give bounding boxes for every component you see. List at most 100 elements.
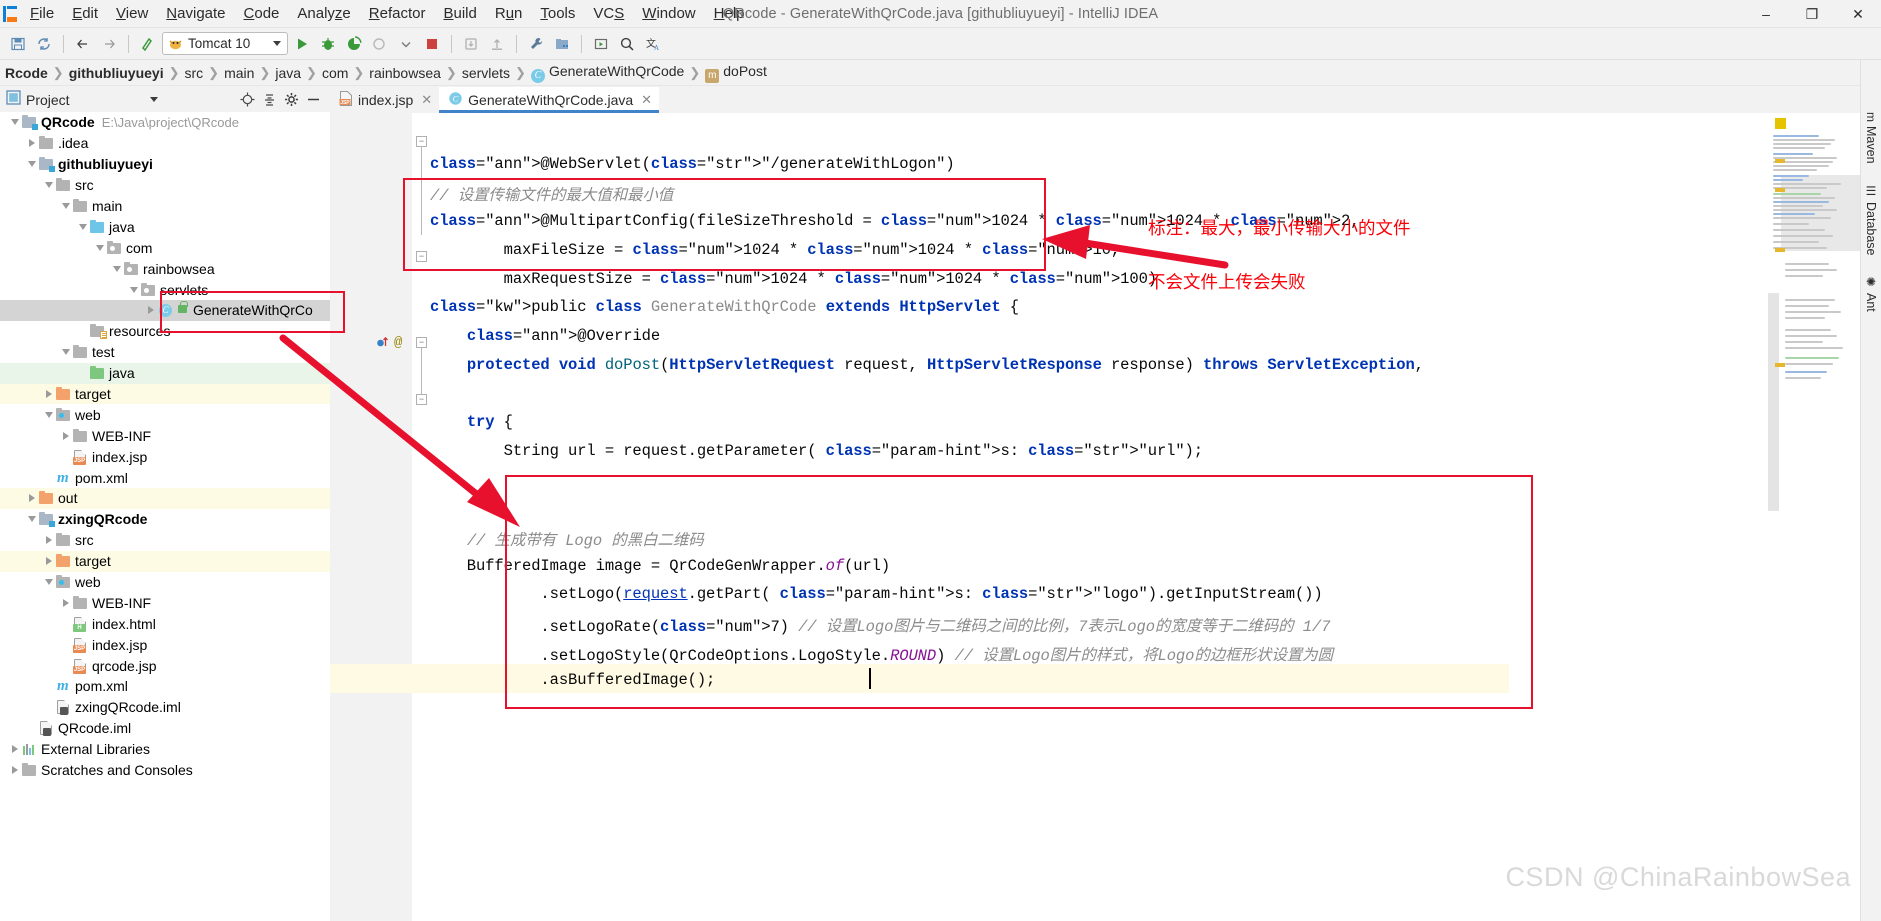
tree-item-test[interactable]: test [0,342,330,363]
menu-run[interactable]: Run [486,1,532,27]
save-icon[interactable] [6,32,30,56]
tree-item-index-jsp[interactable]: JSPindex.jsp [0,446,330,467]
menu-edit[interactable]: Edit [63,1,107,27]
tree-item-out[interactable]: out [0,488,330,509]
menu-navigate[interactable]: Navigate [157,1,234,27]
chevron-down-icon[interactable] [273,41,281,46]
chevron-down-icon[interactable] [110,266,123,272]
chevron-down-icon[interactable] [25,516,38,522]
collapse-all-icon[interactable] [260,90,280,110]
code-editor[interactable]: 1920212223242526272829303132333435363738… [330,113,1881,921]
back-icon[interactable] [71,32,95,56]
chevron-right-icon[interactable] [144,306,157,314]
breadcrumb-item-4[interactable]: java [272,65,304,81]
breadcrumb-item-0[interactable]: Rcode [2,65,51,81]
minimap-scrollbar[interactable] [1768,293,1779,511]
breadcrumb-item-3[interactable]: main [221,65,257,81]
deploy-icon[interactable] [459,32,483,56]
project-structure-icon[interactable] [550,32,574,56]
tree-item-scratches-and-consoles[interactable]: Scratches and Consoles [0,760,330,781]
override-method-gutter-icon[interactable] [376,335,389,353]
tree-item-index-html[interactable]: Hindex.html [0,613,330,634]
breadcrumb-item-2[interactable]: src [182,65,207,81]
tree-item-web-inf[interactable]: WEB-INF [0,425,330,446]
menu-window[interactable]: Window [633,1,704,27]
tool-window-ant[interactable]: ✺ Ant [1864,275,1878,312]
menu-view[interactable]: View [107,1,157,27]
tree-item-main[interactable]: main [0,196,330,217]
tree-item-zxingqrcode[interactable]: zxingQRcode [0,509,330,530]
tree-item-src[interactable]: src [0,175,330,196]
chevron-right-icon[interactable] [8,766,21,774]
tree-item-qrcode-jsp[interactable]: JSPqrcode.jsp [0,655,330,676]
update-icon[interactable] [485,32,509,56]
tree-item-pom-xml[interactable]: mpom.xml [0,467,330,488]
error-stripe-3[interactable] [1775,248,1785,252]
run-with-coverage-icon[interactable] [342,32,366,56]
chevron-down-icon[interactable] [42,579,55,585]
tree-item-java[interactable]: java [0,216,330,237]
locate-icon[interactable] [238,90,258,110]
tab-index-jsp[interactable]: JSP index.jsp ✕ [330,87,439,113]
chevron-down-icon[interactable] [42,412,55,418]
run-anything-icon[interactable] [589,32,613,56]
chevron-right-icon[interactable] [25,494,38,502]
tree-item-pom-xml[interactable]: mpom.xml [0,676,330,697]
settings-gear-icon[interactable] [282,90,302,110]
tree-item--idea[interactable]: .idea [0,133,330,154]
tree-item-rainbowsea[interactable]: rainbowsea [0,258,330,279]
tab-generatewithqrcode-java[interactable]: C GenerateWithQrCode.java ✕ [439,87,659,113]
build-icon[interactable] [136,32,160,56]
tree-item-index-jsp[interactable]: JSPindex.jsp [0,634,330,655]
annotation-gutter-icon[interactable]: @ [394,335,402,351]
chevron-right-icon[interactable] [42,557,55,565]
editor-gutter[interactable] [330,113,412,921]
fold-marker-line29[interactable] [416,394,427,405]
tree-item-web[interactable]: web [0,572,330,593]
forward-icon[interactable] [97,32,121,56]
editor-minimap[interactable] [1765,113,1860,921]
hide-icon[interactable] [304,90,324,110]
menu-code[interactable]: Code [235,1,289,27]
chevron-right-icon[interactable] [42,536,55,544]
tree-item-target[interactable]: target [0,384,330,405]
error-stripe-1[interactable] [1775,159,1785,163]
chevron-right-icon[interactable] [42,390,55,398]
chevron-down-icon[interactable] [76,224,89,230]
error-stripe-warning-top[interactable] [1775,118,1786,129]
chevron-down-icon[interactable] [25,161,38,167]
chevron-down-icon[interactable] [59,203,72,209]
tool-window-maven[interactable]: m Maven [1864,112,1878,164]
tree-item-zxingqrcode-iml[interactable]: zxingQRcode.iml [0,697,330,718]
chevron-right-icon[interactable] [8,745,21,753]
tree-item-qrcode[interactable]: QRcodeE:\Java\project\QRcode [0,112,330,133]
chevron-down-icon[interactable] [127,287,140,293]
breadcrumb-item-8[interactable]: CGenerateWithQrCode [528,63,687,83]
tool-window-database[interactable]: ☰ Database [1864,184,1878,256]
tab-close-icon[interactable]: ✕ [421,92,432,108]
error-stripe-2[interactable] [1775,188,1785,192]
tree-item-resources[interactable]: resources [0,321,330,342]
chevron-down-icon[interactable] [8,119,21,125]
tree-item-githubliuyueyi[interactable]: githubliuyueyi [0,154,330,175]
project-tree[interactable]: QRcodeE:\Java\project\QRcode.ideagithubl… [0,112,330,921]
tree-item-src[interactable]: src [0,530,330,551]
chevron-right-icon[interactable] [59,432,72,440]
chevron-down-icon[interactable] [42,182,55,188]
tree-item-qrcode-iml[interactable]: QRcode.iml [0,718,330,739]
sync-icon[interactable] [32,32,56,56]
maximize-button[interactable]: ❐ [1789,0,1835,28]
tree-item-com[interactable]: com [0,237,330,258]
tree-item-web[interactable]: web [0,404,330,425]
tree-item-generatewithqrco[interactable]: CGenerateWithQrCo [0,300,330,321]
tree-item-target[interactable]: target [0,551,330,572]
chevron-down-icon[interactable] [59,349,72,355]
menu-build[interactable]: Build [434,1,485,27]
fold-marker-line20[interactable] [416,136,427,147]
chevron-down-icon-project[interactable] [150,97,158,102]
chevron-down-icon[interactable] [93,245,106,251]
breadcrumb-item-5[interactable]: com [319,65,351,81]
menu-refactor[interactable]: Refactor [360,1,435,27]
menu-tools[interactable]: Tools [531,1,584,27]
breadcrumb-item-9[interactable]: mdoPost [702,63,770,83]
